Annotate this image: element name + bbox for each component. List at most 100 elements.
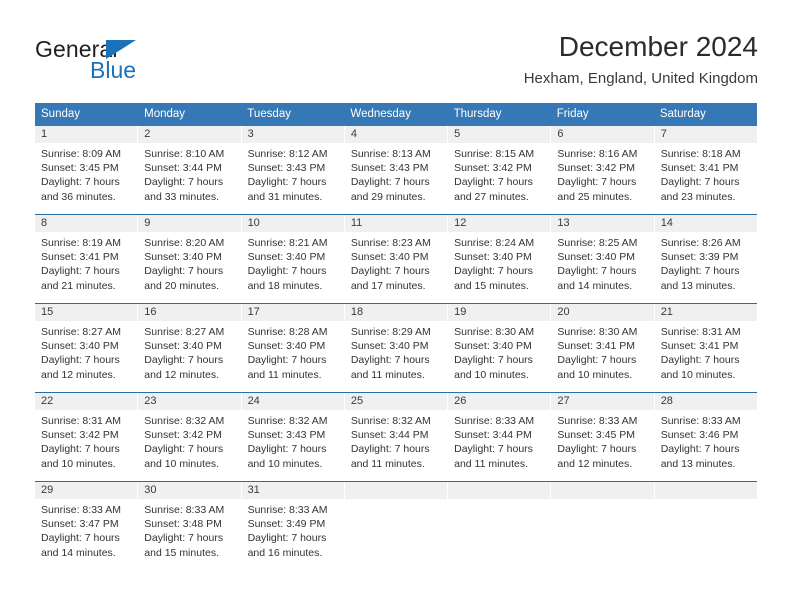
day-detail-line: and 31 minutes. [247,190,323,203]
day-number: 2 [138,126,241,143]
day-detail-line: Sunrise: 8:19 AM [41,237,121,249]
day-details: Sunrise: 8:33 AM Sunset: 3:47 PM Daylight:… [35,499,137,570]
day-cell-19[interactable]: 19 Sunrise: 8:30 AM Sunset: 3:40 PM Dayligh… [448,304,552,392]
day-detail-line: Daylight: 7 hours [247,532,327,545]
day-detail-line: Sunset: 3:40 PM [454,251,532,264]
day-number: 27 [551,393,654,410]
day-detail-line: Sunset: 3:41 PM [41,251,119,264]
day-details: Sunrise: 8:19 AM Sunset: 3:41 PM Daylight:… [35,232,137,303]
day-number: 20 [551,304,654,321]
day-cell-empty [654,482,757,570]
day-details: Sunrise: 8:26 AM Sunset: 3:39 PM Daylight:… [655,232,757,303]
page-subtitle: Hexham, England, United Kingdom [523,70,758,87]
day-detail-line: Sunset: 3:40 PM [350,251,429,264]
calendar-week-row: 15 Sunrise: 8:27 AM Sunset: 3:40 PM Dayligh… [35,303,757,392]
day-detail-line: and 15 minutes. [144,546,219,559]
day-number: 13 [551,215,654,232]
day-cell-empty [448,482,552,570]
general-blue-logo[interactable]: General Blue [35,36,215,88]
day-detail-line: Sunrise: 8:33 AM [144,504,225,516]
day-detail-line: and 17 minutes. [350,279,426,292]
day-number: 9 [138,215,241,232]
day-cell-3[interactable]: 3 Sunrise: 8:12 AM Sunset: 3:43 PM Daylight… [241,126,345,214]
day-detail-line: Sunrise: 8:32 AM [350,415,431,427]
day-number [448,482,551,499]
day-detail-line: Daylight: 7 hours [660,176,740,189]
day-details: Sunrise: 8:30 AM Sunset: 3:40 PM Daylight:… [448,321,550,392]
day-cell-18[interactable]: 18 Sunrise: 8:29 AM Sunset: 3:40 PM Dayligh… [344,304,449,392]
day-cell-10[interactable]: 10 Sunrise: 8:21 AM Sunset: 3:40 PM Dayligh… [241,215,345,303]
day-cell-13[interactable]: 13 Sunrise: 8:25 AM Sunset: 3:40 PM Dayligh… [551,215,655,303]
day-cell-16[interactable]: 16 Sunrise: 8:27 AM Sunset: 3:40 PM Dayligh… [138,304,242,392]
title-block: December 2024 Hexham, England, United Ki… [524,30,758,88]
page-title: December 2024 [558,31,758,62]
day-number: 31 [241,482,344,499]
day-number: 5 [448,126,551,143]
day-cell-12[interactable]: 12 Sunrise: 8:24 AM Sunset: 3:40 PM Dayligh… [448,215,552,303]
day-detail-line: Sunrise: 8:29 AM [350,326,431,338]
day-details: Sunrise: 8:24 AM Sunset: 3:40 PM Daylight:… [448,232,550,303]
day-cell-30[interactable]: 30 Sunrise: 8:33 AM Sunset: 3:48 PM Dayligh… [138,482,242,570]
day-number: 17 [241,304,344,321]
weekday-header-thursday: Thursday [453,108,502,120]
day-cell-7[interactable]: 7 Sunrise: 8:18 AM Sunset: 3:41 PM Daylight… [654,126,757,214]
day-cell-27[interactable]: 27 Sunrise: 8:33 AM Sunset: 3:45 PM Dayligh… [551,393,655,481]
day-detail-line: Daylight: 7 hours [557,443,637,456]
day-detail-line: Sunset: 3:40 PM [350,340,429,353]
day-cell-21[interactable]: 21 Sunrise: 8:31 AM Sunset: 3:41 PM Dayligh… [654,304,757,392]
day-cell-11[interactable]: 11 Sunrise: 8:23 AM Sunset: 3:40 PM Dayligh… [344,215,449,303]
calendar-week-row: 8 Sunrise: 8:19 AM Sunset: 3:41 PM Daylight… [35,214,757,303]
weekday-header-sunday: Sunday [41,108,81,120]
day-cell-26[interactable]: 26 Sunrise: 8:33 AM Sunset: 3:44 PM Dayligh… [448,393,552,481]
day-number: 25 [344,393,448,410]
day-details: Sunrise: 8:18 AM Sunset: 3:41 PM Daylight:… [655,143,757,214]
day-number: 19 [448,304,551,321]
day-cell-8[interactable]: 8 Sunrise: 8:19 AM Sunset: 3:41 PM Daylight… [35,215,139,303]
day-details: Sunrise: 8:32 AM Sunset: 3:42 PM Daylight:… [138,410,240,481]
day-cell-29[interactable]: 29 Sunrise: 8:33 AM Sunset: 3:47 PM Dayligh… [35,482,139,570]
day-cell-25[interactable]: 25 Sunrise: 8:32 AM Sunset: 3:44 PM Dayligh… [344,393,449,481]
day-detail-line: and 18 minutes. [247,279,323,292]
day-cell-31[interactable]: 31 Sunrise: 8:33 AM Sunset: 3:49 PM Dayligh… [241,482,345,570]
day-cell-22[interactable]: 22 Sunrise: 8:31 AM Sunset: 3:42 PM Dayligh… [35,393,139,481]
day-detail-line: and 10 minutes. [144,457,219,470]
day-cell-24[interactable]: 24 Sunrise: 8:32 AM Sunset: 3:43 PM Dayligh… [241,393,345,481]
day-details: Sunrise: 8:10 AM Sunset: 3:44 PM Daylight:… [138,143,240,214]
day-detail-line: Daylight: 7 hours [557,265,637,278]
day-cell-28[interactable]: 28 Sunrise: 8:33 AM Sunset: 3:46 PM Dayligh… [654,393,757,481]
day-cell-9[interactable]: 9 Sunrise: 8:20 AM Sunset: 3:40 PM Daylight… [138,215,242,303]
day-cell-4[interactable]: 4 Sunrise: 8:13 AM Sunset: 3:43 PM Daylight… [344,126,449,214]
day-detail-line: Sunrise: 8:33 AM [454,415,535,427]
day-details: Sunrise: 8:28 AM Sunset: 3:40 PM Daylight:… [242,321,344,392]
day-number [344,482,448,499]
day-detail-line: Daylight: 7 hours [41,176,120,189]
weekday-header-friday: Friday [556,108,589,120]
day-cell-17[interactable]: 17 Sunrise: 8:28 AM Sunset: 3:40 PM Dayligh… [241,304,345,392]
day-number [551,482,654,499]
day-cell-2[interactable]: 2 Sunrise: 8:10 AM Sunset: 3:44 PM Daylight… [138,126,242,214]
day-detail-line: Sunset: 3:40 PM [144,251,222,264]
day-detail-line: and 36 minutes. [41,190,116,203]
day-detail-line: Daylight: 7 hours [454,443,533,456]
day-cell-15[interactable]: 15 Sunrise: 8:27 AM Sunset: 3:40 PM Dayligh… [35,304,139,392]
day-cell-5[interactable]: 5 Sunrise: 8:15 AM Sunset: 3:42 PM Daylight… [448,126,552,214]
day-cell-23[interactable]: 23 Sunrise: 8:32 AM Sunset: 3:42 PM Dayligh… [138,393,242,481]
day-detail-line: Sunrise: 8:31 AM [660,326,741,338]
day-cell-14[interactable]: 14 Sunrise: 8:26 AM Sunset: 3:39 PM Dayligh… [654,215,757,303]
day-detail-line: Daylight: 7 hours [350,265,430,278]
day-detail-line: and 12 minutes. [41,368,116,381]
day-number: 26 [448,393,551,410]
day-detail-line: Sunset: 3:43 PM [350,162,429,175]
day-detail-line: Daylight: 7 hours [247,176,327,189]
day-details: Sunrise: 8:31 AM Sunset: 3:42 PM Daylight:… [35,410,137,481]
day-number: 1 [35,126,138,143]
day-detail-line: Sunset: 3:44 PM [144,162,222,175]
day-cell-6[interactable]: 6 Sunrise: 8:16 AM Sunset: 3:42 PM Daylight… [551,126,655,214]
day-cell-20[interactable]: 20 Sunrise: 8:30 AM Sunset: 3:41 PM Dayligh… [551,304,655,392]
day-detail-line: Sunset: 3:43 PM [247,429,326,442]
day-cell-1[interactable]: 1 Sunrise: 8:09 AM Sunset: 3:45 PM Daylight… [35,126,139,214]
day-number: 22 [35,393,138,410]
day-details [345,499,447,570]
day-number: 11 [344,215,448,232]
day-number: 12 [448,215,551,232]
